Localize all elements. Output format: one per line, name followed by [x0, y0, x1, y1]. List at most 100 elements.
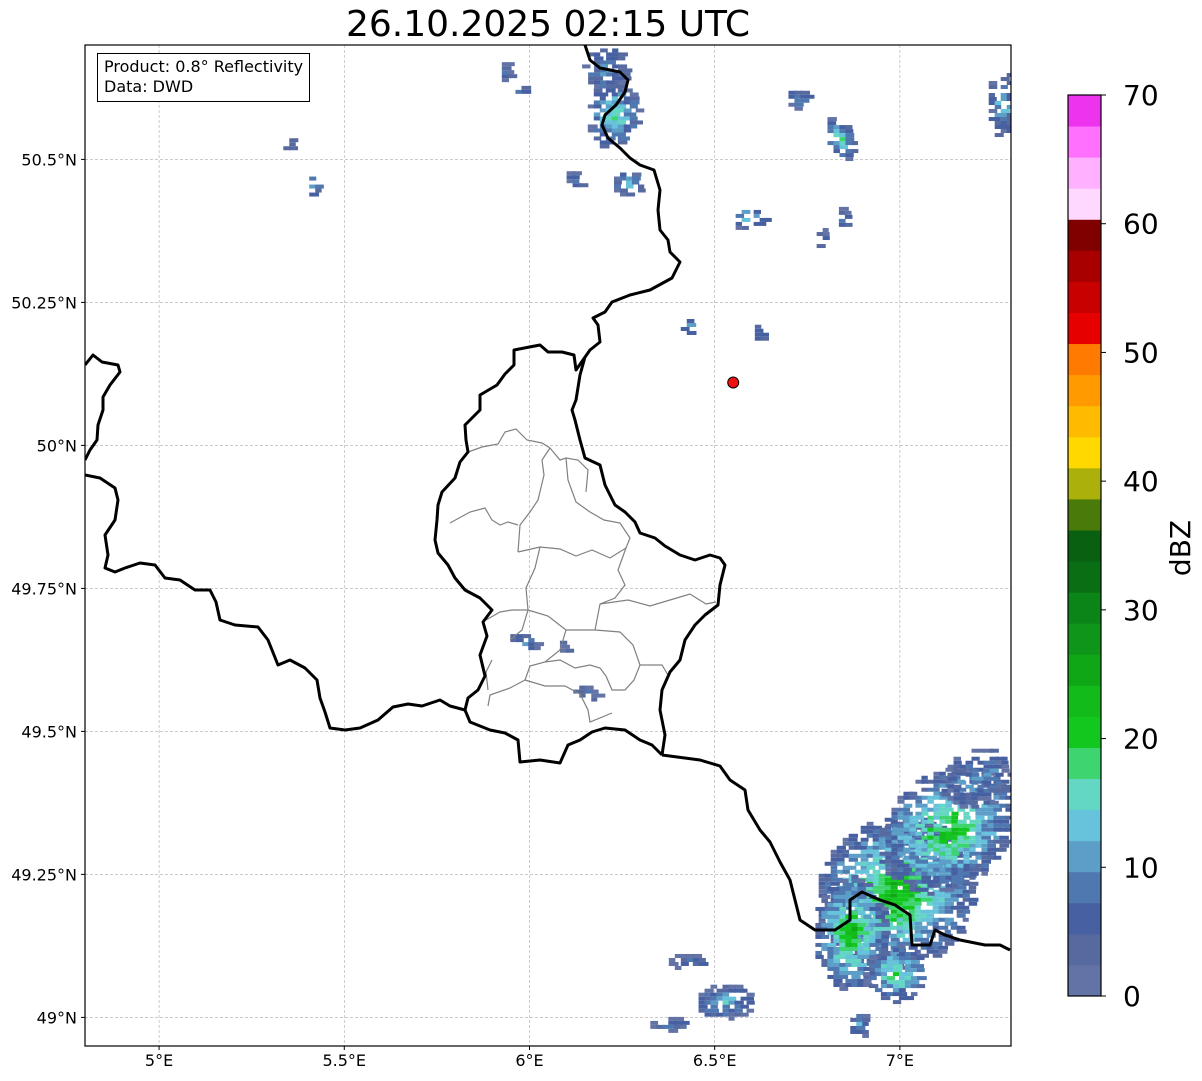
tick-label-lon: 6°E [515, 1051, 543, 1070]
echo-pixel [903, 803, 913, 808]
echo-cell [510, 634, 545, 651]
echo-cell [515, 85, 532, 94]
echo-pixel [594, 88, 601, 93]
echo-pixel [956, 901, 965, 906]
echo-pixel [638, 184, 645, 189]
echo-pixel [578, 183, 589, 188]
echo-pixel [741, 217, 751, 222]
echo-pixel [838, 218, 846, 223]
echo-pixel [845, 137, 855, 142]
echo-pixel [1000, 77, 1010, 82]
echo-pixel [956, 885, 967, 890]
echo-pixel [851, 914, 858, 919]
tick-label-lat: 49.5°N [21, 722, 77, 741]
echo-pixel [890, 885, 898, 890]
echo-pixel [833, 145, 841, 150]
echo-pixel [921, 787, 928, 792]
echo-pixel [839, 950, 846, 955]
echo-pixel [794, 106, 803, 111]
echo-pixel [822, 232, 830, 237]
echo-pixel [909, 819, 919, 824]
echo-pixel [710, 1008, 719, 1013]
echo-pixel [999, 835, 1009, 840]
echo-pixel [1001, 768, 1010, 773]
echo-pixel [528, 638, 535, 643]
echo-pixel [698, 996, 705, 1001]
echo-pixel [897, 835, 904, 840]
echo-pixel [999, 847, 1007, 852]
echo-pixel [994, 117, 1001, 122]
echo-pixel [851, 938, 862, 943]
echo-pixel [862, 972, 870, 977]
echo-pixel [746, 1008, 755, 1013]
echo-pixel [680, 326, 690, 331]
echo-pixel [909, 823, 917, 828]
echo-pixel [944, 937, 951, 942]
echo-pixel [939, 855, 947, 860]
echo-pixel [989, 748, 999, 753]
echo-pixel [941, 792, 951, 797]
echo-pixel [957, 843, 965, 848]
echo-pixel [863, 946, 870, 951]
echo-pixel [668, 1028, 679, 1033]
echo-pixel [881, 906, 889, 911]
echo-pixel [875, 930, 882, 935]
echo-pixel [599, 144, 610, 149]
echo-cell [838, 206, 853, 227]
echo-pixel [904, 956, 912, 961]
echo-pixel [860, 825, 868, 830]
echo-pixel [815, 934, 823, 939]
echo-pixel [959, 780, 967, 785]
echo-pixel [878, 837, 886, 842]
echo-cell [754, 324, 770, 341]
echo-pixel [995, 784, 1003, 789]
echo-pixel [800, 90, 811, 95]
tick-label-lon: 5.5°E [322, 1051, 366, 1070]
echo-pixel [821, 958, 829, 963]
echo-pixel [915, 839, 925, 844]
echo-pixel [629, 124, 638, 129]
echo-pixel [892, 964, 903, 969]
echo-pixel [836, 853, 844, 858]
echo-pixel [722, 992, 730, 997]
echo-pixel [839, 986, 849, 991]
echo-pixel [892, 968, 903, 973]
echo-pixel [983, 792, 992, 797]
echo-pixel [896, 889, 904, 894]
echo-pixel [903, 795, 911, 800]
echo-pixel [868, 984, 879, 989]
echo-pixel [891, 811, 899, 816]
echo-pixel [981, 823, 988, 828]
echo-pixel [886, 976, 895, 981]
echo-pixel [981, 835, 991, 840]
echo-pixel [898, 992, 908, 997]
echo-pixel [920, 937, 929, 942]
echo-pixel [507, 74, 518, 79]
echo-pixel [975, 811, 983, 816]
echo-pixel [686, 330, 697, 335]
echo-pixel [885, 839, 892, 844]
echo-pixel [875, 902, 885, 907]
echo-pixel [977, 784, 984, 789]
echo-pixel [965, 772, 973, 777]
echo-pixel [904, 996, 915, 1001]
echo-pixel [962, 917, 969, 922]
echo-pixel [910, 960, 920, 965]
echo-pixel [827, 117, 837, 122]
tick-label-lon: 7°E [886, 1051, 914, 1070]
echo-pixel [869, 942, 879, 947]
echo-pixel [939, 879, 950, 884]
echo-pixel [860, 837, 869, 842]
echo-pixel [612, 56, 619, 61]
echo-pixel [632, 172, 642, 177]
echo-pixel [1000, 85, 1008, 90]
echo-pixel [983, 772, 992, 777]
echo-pixel [995, 772, 1004, 777]
echo-pixel [944, 929, 951, 934]
echo-pixel [880, 952, 890, 957]
echo-pixel [860, 869, 870, 874]
echo-pixel [921, 775, 928, 780]
echo-pixel [833, 125, 840, 130]
echo-pixel [869, 906, 876, 911]
echo-pixel [845, 950, 854, 955]
